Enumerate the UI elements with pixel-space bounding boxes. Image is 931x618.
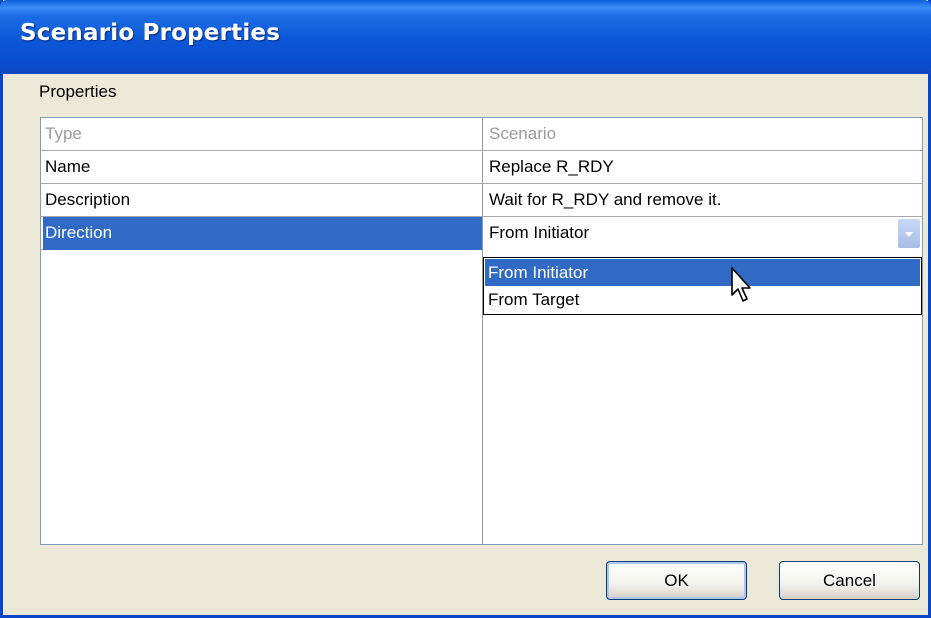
properties-grid: Type Scenario Name Replace R_RDY Descrip… [40, 117, 923, 545]
ok-button[interactable]: OK [606, 561, 747, 600]
cancel-button[interactable]: Cancel [779, 561, 920, 600]
header-type[interactable]: Type [43, 118, 482, 150]
direction-dropdown-list[interactable]: From Initiator From Target [483, 257, 922, 315]
grid-header: Type Scenario [41, 118, 922, 151]
direction-combobox[interactable]: From Initiator [483, 217, 922, 250]
row-name-value[interactable]: Replace R_RDY [483, 151, 921, 183]
scenario-properties-dialog: Scenario Properties Properties Type Scen… [0, 0, 931, 618]
grid-row-description[interactable]: Description Wait for R_RDY and remove it… [41, 184, 922, 217]
mouse-pointer-icon [731, 267, 751, 302]
direction-combobox-value[interactable]: From Initiator [483, 217, 921, 249]
properties-group-label: Properties [39, 82, 117, 101]
title-bar[interactable]: Scenario Properties [0, 0, 931, 74]
row-description-type[interactable]: Description [43, 184, 482, 216]
grid-row-direction[interactable]: Direction From Initiator [41, 217, 922, 250]
row-name-type[interactable]: Name [43, 151, 482, 183]
chevron-down-icon[interactable] [898, 219, 920, 248]
grid-row-name[interactable]: Name Replace R_RDY [41, 151, 922, 184]
row-description-value[interactable]: Wait for R_RDY and remove it. [483, 184, 921, 216]
row-direction-type[interactable]: Direction [43, 217, 482, 250]
header-scenario[interactable]: Scenario [483, 118, 921, 150]
option-from-target[interactable]: From Target [485, 286, 920, 313]
window-title: Scenario Properties [20, 20, 281, 46]
option-from-initiator[interactable]: From Initiator [485, 259, 920, 286]
